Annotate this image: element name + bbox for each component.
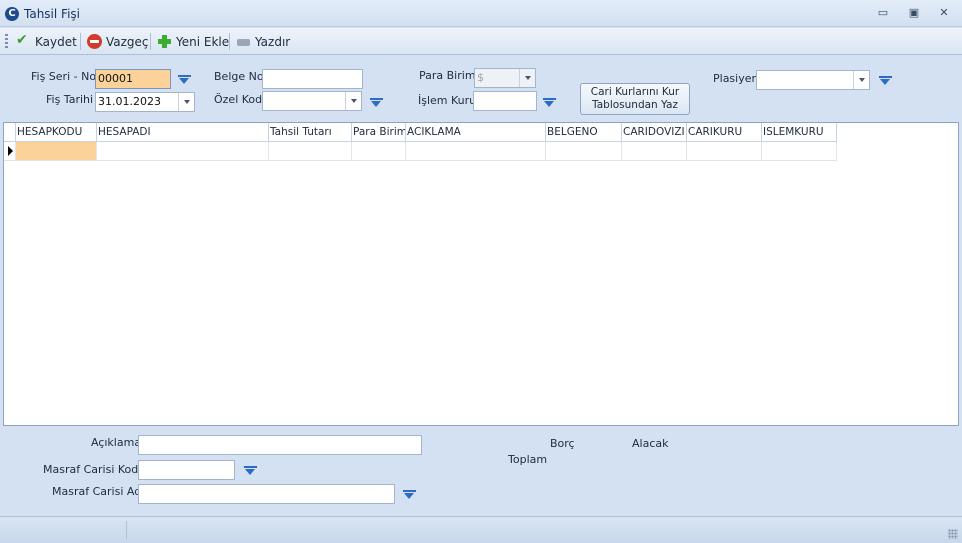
masraf-adi-label: Masraf Carisi Adı — [52, 485, 145, 498]
plus-icon — [157, 34, 172, 49]
footer-panel: Açıklama Masraf Carisi Kodu Masraf Caris… — [0, 427, 962, 515]
cari-kur-button[interactable]: Cari Kurlarını Kur Tablosundan Yaz — [580, 83, 690, 115]
islem-kuru-input[interactable] — [473, 91, 537, 111]
table-cell[interactable] — [687, 142, 762, 161]
column-header[interactable]: HESAPKODU — [16, 123, 97, 142]
chevron-down-icon[interactable] — [178, 93, 194, 111]
para-birimi-label: Para Birimi — [419, 69, 479, 82]
table-cell[interactable] — [406, 142, 546, 161]
ozel-kod-combo[interactable] — [262, 91, 362, 111]
fis-tarihi-label: Fiş Tarihi — [46, 93, 94, 106]
data-grid: HESAPKODU HESAPADI Tahsil Tutarı Para Bi… — [3, 122, 959, 426]
save-button-label: Kaydet — [35, 34, 77, 49]
column-header[interactable]: ACIKLAMA — [406, 123, 546, 142]
table-cell[interactable] — [269, 142, 352, 161]
cancel-button[interactable]: Vazgeç — [87, 33, 149, 50]
status-bar — [0, 516, 962, 543]
print-button-label: Yazdır — [255, 34, 291, 49]
table-cell[interactable] — [352, 142, 406, 161]
aciklama-label: Açıklama — [91, 436, 142, 449]
para-birimi-combo: $ — [474, 68, 536, 88]
plasiyer-label: Plasiyer — [713, 72, 757, 85]
column-header[interactable]: CARIKURU — [687, 123, 762, 142]
dropdown-arrow-icon[interactable] — [543, 97, 556, 107]
title-bar: C Tahsil Fişi ▭ ▣ ✕ — [0, 0, 962, 27]
toplam-label: Toplam — [508, 453, 548, 466]
minimize-button[interactable]: ▭ — [875, 6, 891, 20]
dropdown-arrow-icon[interactable] — [244, 465, 257, 475]
checkmark-icon — [16, 32, 31, 49]
grid-header-row: HESAPKODU HESAPADI Tahsil Tutarı Para Bi… — [4, 123, 837, 142]
para-birimi-value: $ — [477, 71, 484, 84]
column-header[interactable]: BELGENO — [546, 123, 622, 142]
new-button[interactable]: Yeni Ekle — [157, 33, 229, 50]
fis-seri-no-label: Fiş Seri - No — [31, 70, 97, 83]
fis-tarihi-value: 31.01.2023 — [98, 95, 161, 108]
ozel-kod-label: Özel Kod — [214, 93, 263, 106]
table-row[interactable] — [4, 142, 837, 161]
status-separator — [126, 521, 127, 539]
row-indicator-icon — [4, 142, 16, 161]
resize-grip-icon[interactable] — [948, 529, 958, 539]
window-title: Tahsil Fişi — [24, 7, 80, 21]
table-cell[interactable] — [16, 142, 97, 161]
grid-indicator-header — [4, 123, 16, 142]
printer-icon — [236, 34, 251, 49]
masraf-adi-input[interactable] — [138, 484, 395, 504]
table-cell[interactable] — [97, 142, 269, 161]
belge-no-label: Belge No — [214, 70, 264, 83]
column-header[interactable]: CARIDOVIZI — [622, 123, 687, 142]
belge-no-input[interactable] — [262, 69, 363, 89]
toolbar-separator — [229, 33, 230, 50]
app-logo-icon: C — [5, 7, 19, 21]
fis-tarihi-date-picker[interactable]: 31.01.2023 — [95, 92, 195, 112]
masraf-kodu-label: Masraf Carisi Kodu — [43, 463, 146, 476]
column-header[interactable]: ISLEMKURU — [762, 123, 837, 142]
chevron-down-icon[interactable] — [853, 71, 869, 89]
table-cell[interactable] — [546, 142, 622, 161]
chevron-down-icon — [519, 69, 535, 87]
column-header[interactable]: Para Birimi — [352, 123, 406, 142]
islem-kuru-label: İşlem Kuru — [418, 94, 477, 107]
aciklama-input[interactable] — [138, 435, 422, 455]
save-button[interactable]: Kaydet — [16, 32, 77, 50]
column-header[interactable]: HESAPADI — [97, 123, 269, 142]
maximize-button[interactable]: ▣ — [906, 6, 922, 20]
toolbar: Kaydet Vazgeç Yeni Ekle Yazdır — [0, 28, 962, 55]
cancel-button-label: Vazgeç — [106, 34, 149, 49]
table-cell[interactable] — [762, 142, 837, 161]
borc-label: Borç — [550, 437, 575, 450]
dropdown-arrow-icon[interactable] — [403, 489, 416, 499]
toolbar-separator — [150, 33, 151, 50]
toolbar-separator — [80, 33, 81, 50]
close-button[interactable]: ✕ — [936, 6, 952, 20]
new-button-label: Yeni Ekle — [176, 34, 230, 49]
fis-seri-no-input[interactable]: 00001 — [95, 69, 171, 89]
column-header[interactable]: Tahsil Tutarı — [269, 123, 352, 142]
toolbar-grip[interactable] — [5, 34, 8, 50]
alacak-label: Alacak — [632, 437, 669, 450]
masraf-kodu-input[interactable] — [138, 460, 235, 480]
header-panel: Fiş Seri - No 00001 Fiş Tarihi 31.01.202… — [0, 56, 962, 122]
plasiyer-combo[interactable] — [756, 70, 870, 90]
dropdown-arrow-icon[interactable] — [178, 74, 191, 84]
chevron-down-icon[interactable] — [345, 92, 361, 110]
stop-icon — [87, 34, 102, 49]
table-cell[interactable] — [622, 142, 687, 161]
dropdown-arrow-icon[interactable] — [879, 75, 892, 85]
print-button[interactable]: Yazdır — [236, 33, 290, 50]
dropdown-arrow-icon[interactable] — [370, 97, 383, 107]
